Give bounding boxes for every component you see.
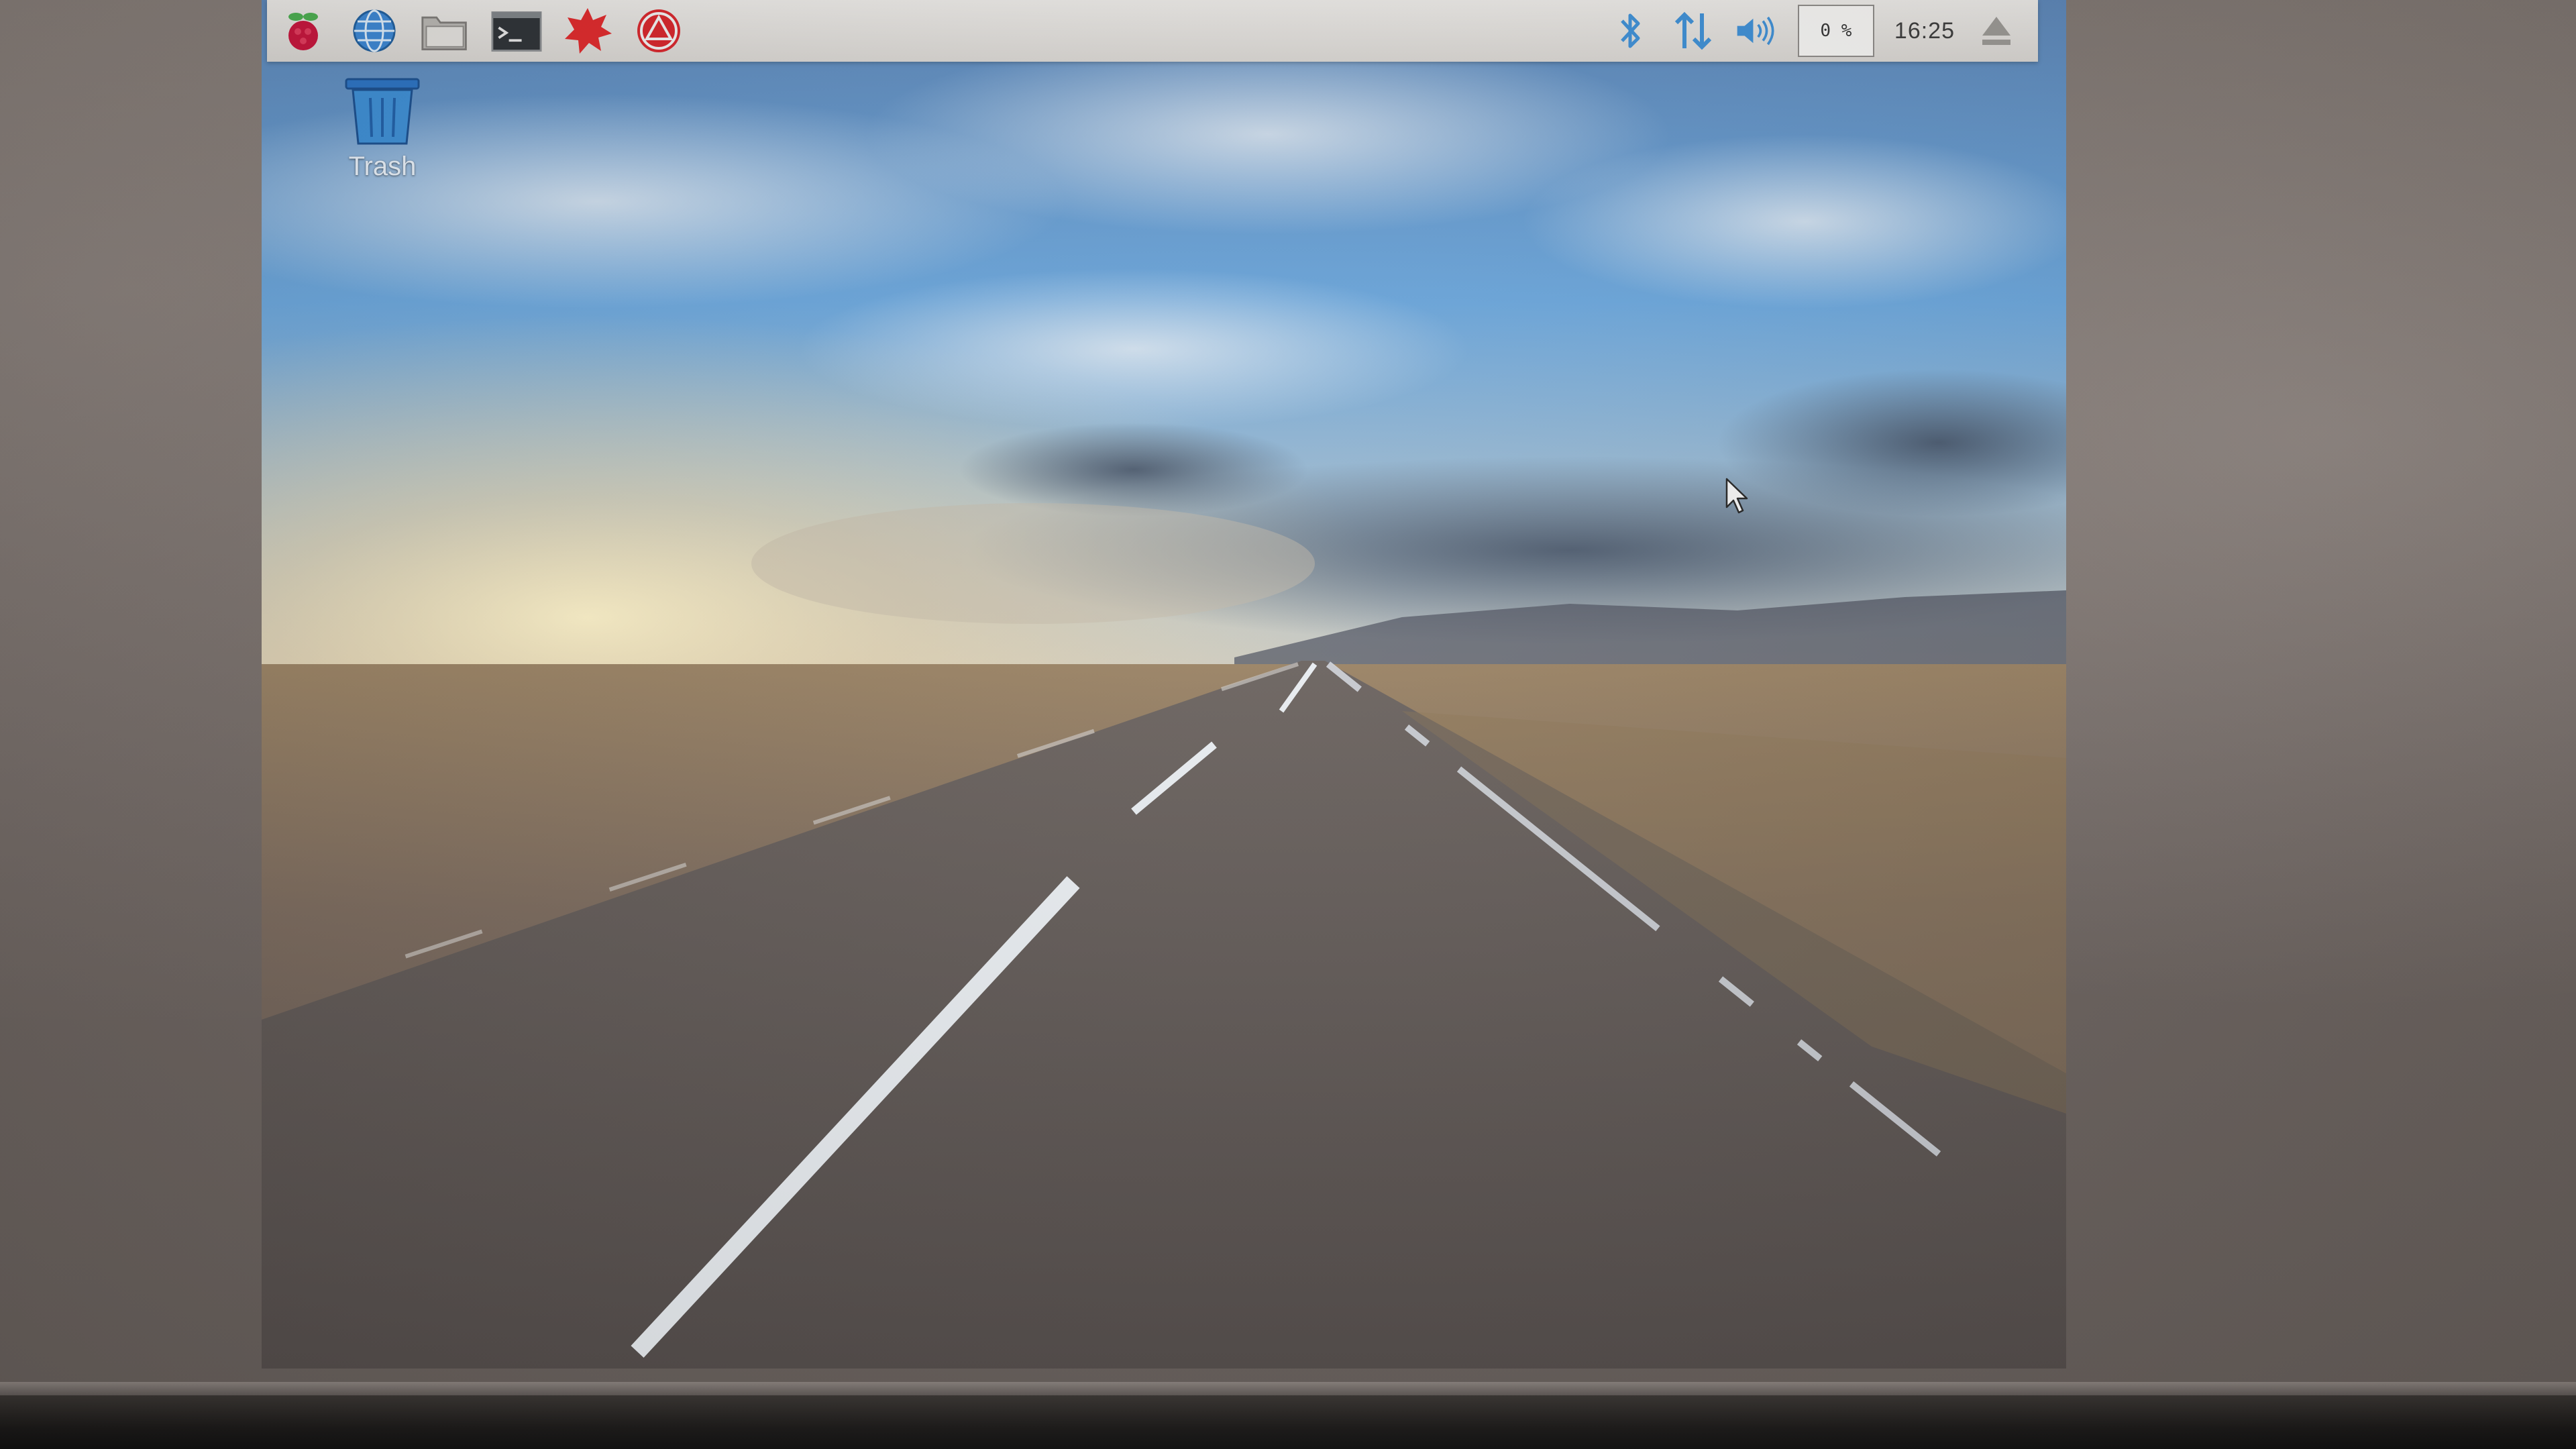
wallpaper-road xyxy=(262,0,2066,1368)
desktop-icon-trash[interactable]: Trash xyxy=(322,74,443,182)
cpu-usage-monitor[interactable]: 0 % xyxy=(1797,5,1874,57)
raspberry-menu-icon[interactable] xyxy=(278,5,329,56)
screen-frame-edge xyxy=(0,1382,2576,1397)
mathematica-icon[interactable] xyxy=(633,5,684,56)
taskbar: 0 % 16:25 xyxy=(267,0,2038,62)
eject-icon[interactable] xyxy=(1975,9,2018,52)
network-icon[interactable] xyxy=(1672,9,1715,52)
web-browser-icon[interactable] xyxy=(349,5,400,56)
trash-label: Trash xyxy=(348,152,417,181)
wolfram-icon[interactable] xyxy=(562,5,613,56)
cpu-usage-value: 0 % xyxy=(1820,21,1852,41)
clock[interactable]: 16:25 xyxy=(1894,18,1955,44)
bluetooth-icon[interactable] xyxy=(1609,9,1652,52)
mouse-cursor-icon xyxy=(1725,478,1748,514)
screen-frame-bottom xyxy=(0,1395,2576,1449)
terminal-icon[interactable] xyxy=(491,5,542,56)
launcher-group xyxy=(267,5,684,56)
desktop[interactable]: 0 % 16:25 Trash xyxy=(262,0,2066,1368)
trash-icon xyxy=(345,78,420,145)
volume-icon[interactable] xyxy=(1735,9,1778,52)
system-tray: 0 % 16:25 xyxy=(1609,5,2038,57)
file-manager-icon[interactable] xyxy=(420,5,471,56)
